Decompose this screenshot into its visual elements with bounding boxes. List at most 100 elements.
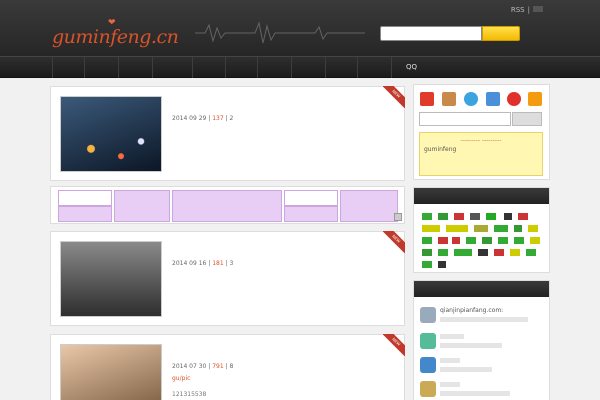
search-input[interactable] [380,26,482,41]
text-placeholder [440,391,510,396]
post-tags[interactable]: gu/pic [172,375,190,382]
post-views: 181 [212,260,224,267]
nav-item-2[interactable] [84,57,116,78]
tag-link[interactable] [514,225,522,232]
friends-widget: qianjinpianfang.com: [413,280,550,400]
post-date: 2014 09 29 [172,115,207,122]
tag-link[interactable] [478,249,488,256]
nav-item-9[interactable] [325,57,357,78]
tag-link[interactable] [530,237,540,244]
tag-link[interactable] [438,213,448,220]
post-thumbnail[interactable] [60,96,162,172]
nav-item-10[interactable] [357,57,389,78]
post-title[interactable] [172,99,246,109]
nav-item-4[interactable] [152,57,192,78]
tag-link[interactable] [422,237,432,244]
strip-cell-4[interactable] [172,190,282,222]
sidebar-search-input[interactable] [419,112,511,126]
post-meta: 2014 09 16 | 181 | 3 [172,260,234,267]
strip-cell-1[interactable] [58,190,112,206]
post-title[interactable] [172,244,246,254]
post-views: 791 [212,363,224,370]
tag-link[interactable] [422,213,432,220]
tag-link[interactable] [438,261,446,268]
tag-link[interactable] [438,249,448,256]
nav-item-6[interactable] [225,57,255,78]
resize-icon[interactable] [394,213,402,221]
avatar [420,357,436,373]
post-thumbnail[interactable] [60,241,162,317]
rss-icon[interactable] [528,92,542,106]
tag-link[interactable] [504,213,512,220]
site-logo[interactable]: guminfeng.cn ❤ [52,18,179,48]
tag-link[interactable] [498,237,508,244]
post-comments[interactable]: 2 [230,115,234,122]
post-views: 137 [212,115,224,122]
nav-item-3[interactable] [118,57,150,78]
search-button[interactable] [482,26,520,41]
qq-icon[interactable] [420,92,434,106]
post-comments[interactable]: 3 [230,260,234,267]
sidebar-search-button[interactable] [512,112,542,126]
post-date: 2014 09 16 [172,260,207,267]
avatar [420,307,436,323]
tag-link[interactable] [470,213,480,220]
tag-link[interactable] [514,237,524,244]
friend-item[interactable]: qianjinpianfang.com: [420,305,544,327]
nav-item-5[interactable] [192,57,224,78]
text-placeholder [440,343,502,348]
tag-link[interactable] [528,225,538,232]
main-nav: QQ [0,56,600,78]
new-ribbon: NEW [383,231,405,253]
tag-link[interactable] [422,249,432,256]
friend-line1: qianjinpianfang.com: [440,307,504,314]
rss-link[interactable]: RSS [511,6,525,14]
post-comments[interactable]: 8 [230,363,234,370]
post-excerpt [172,142,398,162]
strip-cell-5[interactable] [284,190,338,206]
text-placeholder [440,382,460,387]
text-placeholder [440,334,464,339]
strip-cell-3[interactable] [114,190,170,222]
tag-link[interactable] [454,249,472,256]
tag-link[interactable] [526,249,536,256]
tencent-weibo-icon[interactable] [486,92,500,106]
twitter-icon[interactable] [464,92,478,106]
tag-link[interactable] [474,225,488,232]
post-thumbnail[interactable] [60,344,162,400]
tag-cloud-widget [413,187,550,273]
weibo-icon[interactable] [507,92,521,106]
avatar [420,381,436,397]
tag-link[interactable] [446,225,468,232]
text-placeholder [440,358,460,363]
tag-link[interactable] [518,213,528,220]
strip-cell-2[interactable] [58,206,112,222]
tag-link[interactable] [422,225,440,232]
nav-item-8[interactable] [291,57,325,78]
friend-item[interactable] [420,355,544,377]
friends-title [414,281,549,297]
mail-icon[interactable] [442,92,456,106]
strip-cell-6[interactable] [284,206,338,222]
nav-item-1[interactable] [52,57,82,78]
tag-link[interactable] [452,237,460,244]
tag-link[interactable] [466,237,476,244]
tag-link[interactable] [438,237,448,244]
tag-link[interactable] [510,249,520,256]
nav-item-qq[interactable]: QQ [391,57,431,78]
tag-link[interactable] [486,213,496,220]
tag-link[interactable] [494,249,504,256]
friend-item[interactable] [420,331,544,353]
friend-item[interactable] [420,379,544,400]
nav-item-7[interactable] [257,57,289,78]
top-link-2[interactable] [533,6,543,12]
tag-link[interactable] [422,261,432,268]
tag-link[interactable] [454,213,464,220]
notice-box: --------- --------- guminfeng [419,132,543,176]
post-meta: 2014 09 29 | 137 | 2 [172,115,234,122]
avatar [420,333,436,349]
tag-link[interactable] [482,237,492,244]
tag-link[interactable] [494,225,508,232]
strip-cell-7[interactable] [340,190,398,222]
post-title[interactable] [172,347,246,357]
